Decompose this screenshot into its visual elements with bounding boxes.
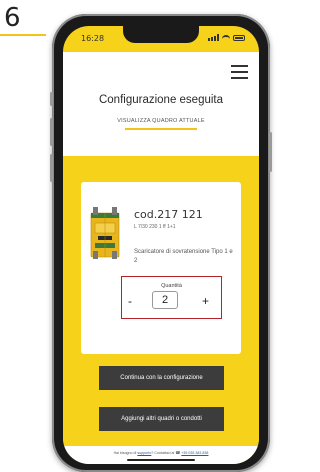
page-header: Configurazione eseguita VISUALIZZA QUADR… xyxy=(63,52,259,156)
quantity-increase-button[interactable]: + xyxy=(202,294,209,308)
status-icons xyxy=(208,34,245,41)
phone-volume-down xyxy=(50,154,53,182)
quantity-decrease-button[interactable]: - xyxy=(128,294,132,308)
add-panels-button[interactable]: Aggiungi altri quadri o condotti xyxy=(99,407,224,431)
status-time: 16:28 xyxy=(81,34,105,43)
footer-support: Hai bisogno di supporto? Contattaci al ☎… xyxy=(63,446,259,464)
product-description: Scaricatore di sovratensione Tipo 1 e 2 xyxy=(134,249,233,264)
phone-icon: ☎ xyxy=(175,450,181,455)
quantity-input[interactable]: 2 xyxy=(152,291,178,309)
footer-prefix: Hai bisogno di xyxy=(113,451,137,455)
quantity-stepper: Quantità - 2 + xyxy=(121,276,222,319)
product-reference: L 7/30 230 1 ff 1+1 xyxy=(134,224,176,230)
quantity-label: Quantità xyxy=(161,283,182,289)
cellular-signal-icon xyxy=(208,34,219,41)
page-title: Configurazione eseguita xyxy=(98,94,224,106)
surge-arrester-image xyxy=(90,207,120,259)
phone-mute-switch xyxy=(50,92,53,106)
phone-power-button xyxy=(269,132,272,172)
product-code: cod.217 121 xyxy=(134,208,203,221)
phone-notch xyxy=(123,26,199,43)
view-link-underline xyxy=(125,128,197,130)
support-phone-link[interactable]: +39 035 383 838 xyxy=(181,451,208,455)
footer-middle: ? Contattaci al xyxy=(151,451,175,455)
phone-frame: 16:28 Configurazione eseguita VISUALIZZA… xyxy=(50,14,272,472)
phone-volume-up xyxy=(50,118,53,146)
wifi-icon xyxy=(222,34,230,41)
step-underline xyxy=(0,34,46,36)
product-card: cod.217 121 L 7/30 230 1 ff 1+1 Scaricat… xyxy=(81,182,241,354)
continue-configuration-button[interactable]: Continua con la configurazione xyxy=(99,366,224,390)
battery-icon xyxy=(233,34,245,41)
support-link[interactable]: supporto xyxy=(137,451,151,455)
phone-screen: 16:28 Configurazione eseguita VISUALIZZA… xyxy=(63,26,259,464)
step-number: 6 xyxy=(4,3,21,33)
hamburger-menu-icon[interactable] xyxy=(231,65,248,79)
view-current-panel-link[interactable]: VISUALIZZA QUADRO ATTUALE xyxy=(63,118,259,124)
home-indicator xyxy=(127,459,195,461)
